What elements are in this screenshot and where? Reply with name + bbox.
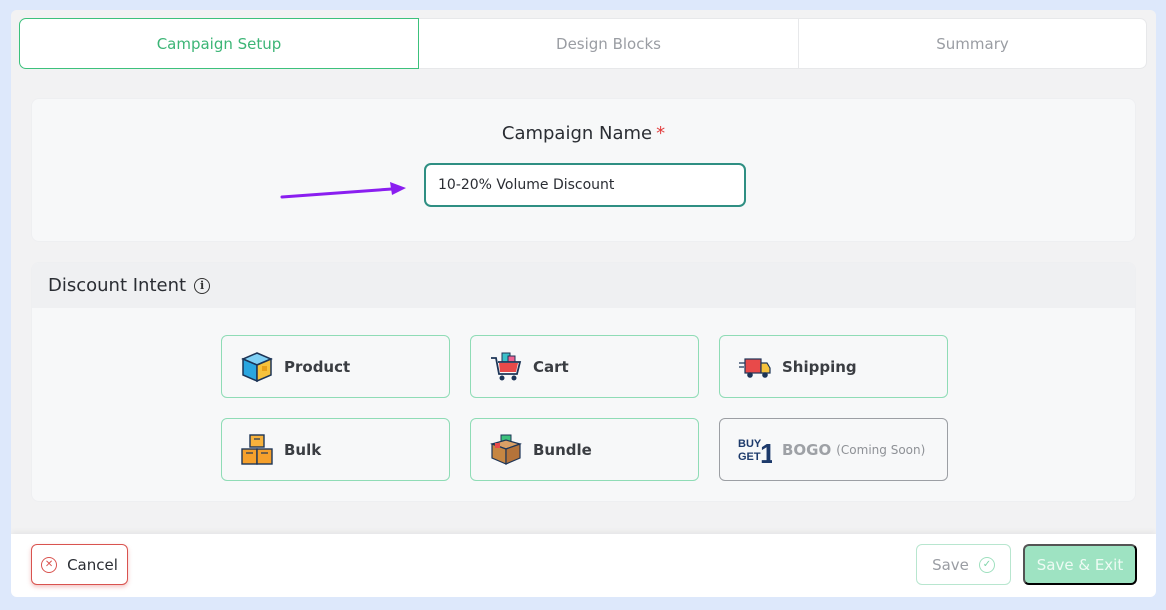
intent-option-product[interactable]: Product [221, 335, 450, 398]
discount-intent-card: Discount Intent i Product Cart Shipping … [31, 262, 1136, 502]
cancel-button[interactable]: ✕ Cancel [31, 544, 128, 585]
campaign-name-card: Campaign Name * [31, 98, 1136, 242]
bundle-box-icon [489, 433, 523, 467]
save-and-exit-button[interactable]: Save & Exit [1023, 544, 1137, 585]
save-button[interactable]: Save ✓ [916, 544, 1011, 585]
close-circle-icon: ✕ [41, 556, 58, 573]
footer-bar: ✕ Cancel Save ✓ Save & Exit [11, 534, 1156, 597]
svg-text:1: 1 [760, 438, 772, 467]
buy-get-1-icon: BUY GET 1 [738, 433, 772, 467]
coming-soon-note: (Coming Soon) [836, 442, 926, 457]
intent-option-cart[interactable]: Cart [470, 335, 699, 398]
intent-option-label: BOGO [782, 440, 832, 459]
info-icon[interactable]: i [194, 277, 211, 294]
intent-option-bulk[interactable]: Bulk [221, 418, 450, 481]
shopping-cart-icon [489, 350, 523, 384]
intent-option-label: Shipping [782, 357, 857, 376]
delivery-truck-icon [738, 350, 772, 384]
intent-option-bogo: BUY GET 1 BOGO (Coming Soon) [719, 418, 948, 481]
intent-option-label: Cart [533, 357, 569, 376]
save-and-exit-label: Save & Exit [1036, 555, 1124, 574]
campaign-name-input[interactable] [424, 163, 746, 207]
discount-intent-header: Discount Intent i [32, 263, 1135, 308]
cancel-button-label: Cancel [67, 555, 118, 574]
step-tabs: Campaign Setup Design Blocks Summary [11, 10, 1156, 78]
intent-option-label: Product [284, 357, 351, 376]
stacked-boxes-icon [240, 433, 274, 467]
intent-option-label: Bundle [533, 440, 592, 459]
intent-option-shipping[interactable]: Shipping [719, 335, 948, 398]
product-box-icon [240, 350, 274, 384]
discount-intent-title: Discount Intent [48, 275, 187, 296]
required-mark: * [656, 123, 666, 144]
intent-option-label: Bulk [284, 440, 322, 459]
campaign-name-label: Campaign Name * [32, 123, 1135, 144]
tab-design-blocks[interactable]: Design Blocks [419, 18, 799, 69]
campaign-editor: Campaign Setup Design Blocks Summary Cam… [11, 10, 1156, 597]
intent-option-bundle[interactable]: Bundle [470, 418, 699, 481]
svg-text:GET: GET [738, 451, 761, 463]
pointer-arrow-icon [280, 182, 406, 199]
tab-summary[interactable]: Summary [799, 18, 1147, 69]
campaign-name-label-text: Campaign Name [501, 123, 653, 144]
tab-campaign-setup[interactable]: Campaign Setup [19, 18, 419, 69]
svg-text:BUY: BUY [738, 438, 762, 450]
save-button-label: Save [932, 555, 969, 574]
check-circle-icon: ✓ [978, 556, 995, 573]
